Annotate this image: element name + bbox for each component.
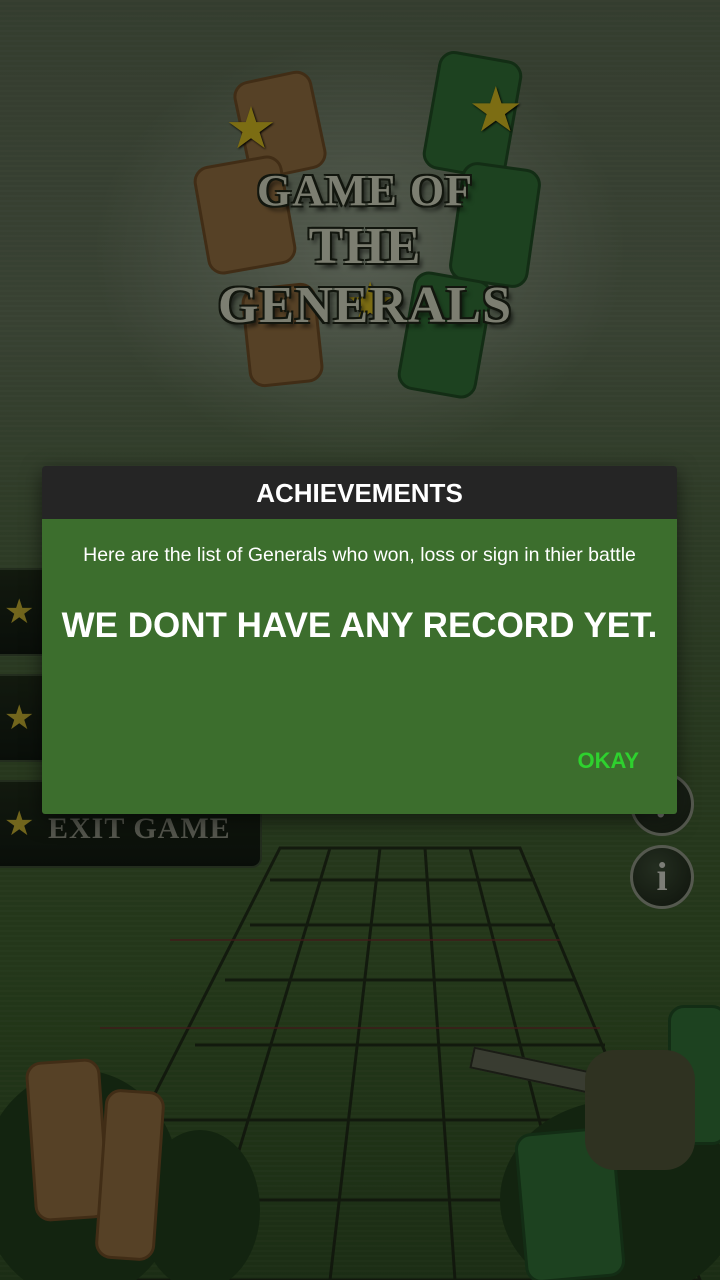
dialog-title: ACHIEVEMENTS — [42, 466, 677, 519]
okay-button[interactable]: OKAY — [577, 748, 639, 774]
dialog-description: Here are the list of Generals who won, l… — [83, 544, 636, 566]
no-record-message: WE DONT HAVE ANY RECORD YET. — [61, 606, 658, 645]
achievements-dialog: ACHIEVEMENTS Here are the list of Genera… — [42, 466, 677, 814]
